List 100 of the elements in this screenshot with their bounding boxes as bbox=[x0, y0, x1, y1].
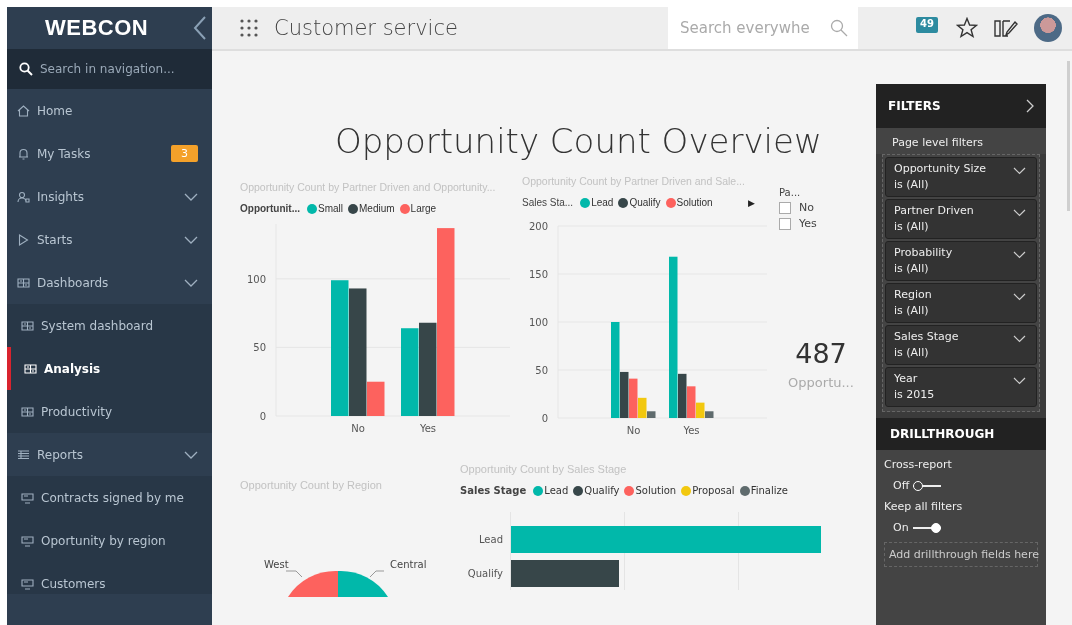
chevron-down-icon bbox=[184, 192, 198, 201]
dashboard-icon bbox=[21, 405, 34, 418]
navigation-search-field[interactable]: Search in navigation... bbox=[7, 49, 212, 89]
axis-tick-label: 50 bbox=[253, 342, 266, 354]
filter-value: is (All) bbox=[894, 262, 930, 275]
axis-category-label: No bbox=[626, 425, 641, 436]
nav-item[interactable]: Home bbox=[7, 89, 212, 132]
drop-zone[interactable]: Add drillthrough fields here bbox=[884, 542, 1038, 567]
filter-name: Opportunity Size bbox=[894, 162, 987, 175]
user-avatar[interactable] bbox=[1034, 14, 1062, 42]
card-label: Opportu... bbox=[787, 375, 855, 390]
nav-item[interactable]: Analysis bbox=[7, 347, 212, 390]
filter-name: Region bbox=[894, 288, 932, 301]
checkbox[interactable] bbox=[779, 217, 791, 230]
filter-value: is (All) bbox=[894, 346, 930, 359]
monitor-icon bbox=[21, 577, 34, 590]
chevron-down-icon bbox=[1013, 167, 1026, 175]
report-title: Opportunity Count Overview bbox=[335, 121, 823, 163]
filter-card[interactable]: Opportunity Size is (All) bbox=[885, 157, 1037, 197]
slicer-option-label: Yes bbox=[799, 217, 817, 230]
scrollbar[interactable] bbox=[1067, 61, 1070, 211]
filter-value: is (All) bbox=[894, 304, 930, 317]
filter-name: Probability bbox=[894, 246, 953, 259]
app-grid-icon[interactable] bbox=[240, 19, 258, 37]
nav-item[interactable]: Dashboards bbox=[7, 261, 212, 304]
section-label: Page level filters bbox=[876, 128, 1046, 154]
toggle-label: Cross-report bbox=[884, 458, 953, 471]
legend-title: Sales Stage bbox=[460, 485, 527, 496]
search-icon bbox=[830, 19, 848, 37]
slicer-title: Pa... bbox=[779, 187, 802, 198]
axis-tick-label: 0 bbox=[259, 411, 266, 422]
axis-tick-label: 0 bbox=[541, 413, 548, 424]
legend-label: Qualify bbox=[629, 197, 661, 208]
app-title: Customer service bbox=[274, 16, 459, 40]
filter-value: is (All) bbox=[894, 178, 930, 191]
legend-label: Large bbox=[410, 203, 437, 214]
nav-item[interactable]: My Tasks 3 bbox=[7, 132, 212, 175]
search-field[interactable]: Search everywhe bbox=[668, 7, 858, 49]
dashboard-icon bbox=[17, 276, 30, 289]
home-icon bbox=[17, 104, 30, 117]
filter-name: Sales Stage bbox=[894, 330, 959, 343]
play-icon bbox=[17, 233, 30, 246]
people-icon bbox=[17, 190, 30, 203]
chevron-down-icon bbox=[184, 235, 198, 244]
legend-label: Qualify bbox=[584, 485, 620, 496]
filter-card[interactable]: Partner Driven is (All) bbox=[885, 199, 1037, 239]
filter-value: is (All) bbox=[894, 220, 930, 233]
chevron-down-icon bbox=[184, 278, 198, 287]
filter-card[interactable]: Sales Stage is (All) bbox=[885, 325, 1037, 365]
axis-tick-label: 50 bbox=[535, 365, 548, 376]
bell-icon bbox=[17, 147, 30, 160]
task-count-badge: 3 bbox=[171, 145, 198, 162]
legend-title: Opportunit... bbox=[240, 203, 300, 214]
checkbox[interactable] bbox=[779, 201, 791, 214]
dashboard-icon bbox=[24, 362, 37, 375]
dashboard-icon bbox=[21, 319, 34, 332]
chevron-right-icon[interactable] bbox=[1026, 99, 1034, 113]
legend-label: Medium bbox=[359, 203, 395, 214]
axis-category-label: Yes bbox=[419, 423, 437, 434]
nav-item[interactable]: Starts bbox=[7, 218, 212, 261]
axis-category-label: Qualify bbox=[467, 567, 503, 579]
collapse-icon[interactable] bbox=[193, 16, 207, 40]
legend-label: Lead bbox=[591, 197, 614, 208]
logo: WEBCON bbox=[45, 15, 149, 41]
notification-count-badge: 49 bbox=[916, 17, 938, 33]
chevron-down-icon bbox=[1013, 293, 1026, 301]
axis-category-label: Lead bbox=[478, 533, 503, 545]
chevron-down-icon bbox=[1013, 335, 1026, 343]
nav-item[interactable]: Contracts signed by me bbox=[7, 476, 212, 519]
toggle-label: Keep all filters bbox=[884, 500, 964, 513]
chevron-down-icon bbox=[184, 450, 198, 459]
filter-card[interactable]: Year is 2015 bbox=[885, 367, 1037, 407]
axis-category-label: Yes bbox=[683, 425, 700, 436]
search-icon bbox=[19, 62, 33, 76]
legend-label: Proposal bbox=[692, 485, 735, 496]
monitor-icon bbox=[21, 534, 34, 547]
nav-item[interactable]: Insights bbox=[7, 175, 212, 218]
axis-tick-label: 200 bbox=[528, 221, 548, 232]
filters-title: FILTERS bbox=[888, 99, 941, 113]
monitor-icon bbox=[21, 491, 34, 504]
filter-name: Year bbox=[894, 372, 919, 385]
notification-button[interactable]: 49 bbox=[914, 17, 940, 39]
panel-edit-icon[interactable] bbox=[994, 18, 1018, 38]
list-icon bbox=[17, 448, 30, 461]
nav-item[interactable]: Productivity bbox=[7, 390, 212, 433]
filter-name: Partner Driven bbox=[894, 204, 974, 217]
nav-item[interactable]: Customers bbox=[7, 562, 212, 594]
legend-label: Solution bbox=[635, 485, 677, 496]
slicer-option-label: No bbox=[799, 201, 814, 214]
nav-item[interactable]: Oportunity by region bbox=[7, 519, 212, 562]
axis-tick-label: 100 bbox=[528, 317, 548, 328]
legend-label: Finalize bbox=[750, 485, 788, 496]
star-icon[interactable] bbox=[956, 17, 978, 39]
pie-label: West bbox=[264, 559, 289, 570]
nav-item[interactable]: Reports bbox=[7, 433, 212, 476]
legend-label: Lead bbox=[544, 485, 569, 496]
legend-next-button[interactable]: ▶ bbox=[747, 197, 755, 208]
filter-card[interactable]: Region is (All) bbox=[885, 283, 1037, 323]
filter-card[interactable]: Probability is (All) bbox=[885, 241, 1037, 281]
nav-item[interactable]: System dashboard bbox=[7, 304, 212, 347]
